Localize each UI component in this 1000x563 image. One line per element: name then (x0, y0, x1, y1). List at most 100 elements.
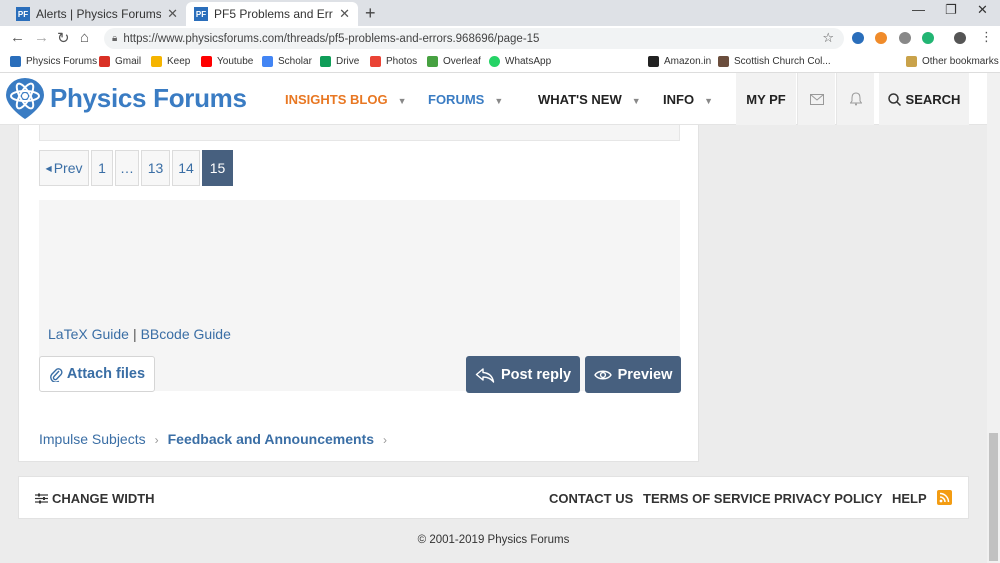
site-logo-text[interactable]: Physics Forums (50, 83, 247, 114)
url-text: https://www.physicsforums.com/threads/pf… (123, 32, 540, 45)
pf-favicon-icon: PF (16, 7, 30, 21)
folder-icon (906, 56, 917, 67)
bookmark-keep[interactable]: Keep (151, 56, 190, 67)
gmail-icon (99, 56, 110, 67)
forward-arrow-icon[interactable]: → (34, 29, 49, 46)
scrollbar-thumb[interactable] (989, 433, 998, 561)
reply-arrow-icon (475, 367, 495, 383)
new-tab-icon[interactable]: + (365, 3, 376, 24)
nav-whats-new[interactable]: WHAT'S NEW ▼ (538, 92, 641, 107)
browser-tab-alerts[interactable]: PF Alerts | Physics Forums | Science ✕ (8, 2, 186, 26)
bookmark-photos[interactable]: Photos (370, 56, 417, 67)
site-header: Physics Forums INSIGHTS BLOG ▼ FORUMS ▼ WH… (0, 73, 1000, 125)
drive-icon (320, 56, 331, 67)
close-icon[interactable]: ✕ (339, 6, 350, 22)
home-icon[interactable]: ⌂ (80, 29, 89, 46)
browser-menu-icon[interactable]: ⋮ (980, 29, 993, 45)
bell-icon (849, 92, 862, 106)
extension-ball-icon[interactable] (875, 32, 887, 44)
breadcrumb-feedback-announcements[interactable]: Feedback and Announcements (168, 431, 374, 447)
guide-separator: | (132, 326, 137, 342)
footer-privacy-link[interactable]: PRIVACY POLICY (774, 491, 883, 506)
browser-toolbar: ← → ↻ ⌂ 🔒︎ https://www.physicsforums.com… (0, 26, 1000, 51)
nav-my-pf[interactable]: MY PF (736, 73, 796, 125)
pagination: ◀ Prev 1 … 13 14 15 (39, 150, 233, 186)
footer-bar: CHANGE WIDTH CONTACT US TERMS OF SERVICE… (18, 476, 969, 519)
window-close-icon[interactable]: ✕ (977, 2, 988, 18)
bookmark-other[interactable]: Other bookmarks (906, 56, 999, 67)
editor-guides: LaTeX Guide | BBcode Guide (48, 326, 231, 342)
profile-avatar-icon[interactable] (954, 32, 966, 44)
inbox-button[interactable] (797, 73, 835, 125)
minimize-icon[interactable]: — (912, 2, 925, 17)
nav-info[interactable]: INFO ▼ (663, 92, 713, 107)
breadcrumb: Impulse Subjects › Feedback and Announceme… (39, 431, 396, 447)
preview-button[interactable]: Preview (585, 356, 681, 393)
chevron-down-icon[interactable]: ▼ (398, 96, 407, 106)
rss-icon[interactable] (937, 490, 952, 505)
extension-grammarly-icon[interactable] (922, 32, 934, 44)
pager-page-13[interactable]: 13 (141, 150, 170, 186)
bookmark-physics-forums[interactable]: Physics Forums (10, 56, 97, 67)
envelope-icon (809, 93, 824, 105)
bookmark-scottish-church[interactable]: Scottish Church Col... (718, 56, 831, 67)
bookmark-scholar[interactable]: Scholar (262, 56, 312, 67)
pager-ellipsis[interactable]: … (115, 150, 139, 186)
close-icon[interactable]: ✕ (167, 6, 178, 22)
bookmarks-bar: Physics Forums Gmail Keep Youtube Schola… (0, 51, 1000, 73)
photos-icon (370, 56, 381, 67)
reload-icon[interactable]: ↻ (57, 29, 70, 47)
bookmark-gmail[interactable]: Gmail (99, 56, 141, 67)
previous-post-bottom (39, 125, 680, 141)
chevron-down-icon[interactable]: ▼ (494, 96, 503, 106)
bookmark-drive[interactable]: Drive (320, 56, 359, 67)
chevron-right-icon: › (154, 433, 159, 447)
address-bar[interactable]: 🔒︎ https://www.physicsforums.com/threads… (104, 28, 844, 49)
nav-forums[interactable]: FORUMS ▼ (428, 92, 503, 107)
search-icon (887, 92, 901, 106)
post-reply-button[interactable]: Post reply (466, 356, 580, 393)
alerts-button[interactable] (836, 73, 874, 125)
bookmark-overleaf[interactable]: Overleaf (427, 56, 481, 67)
sliders-icon (35, 493, 48, 504)
change-width-button[interactable]: CHANGE WIDTH (35, 491, 155, 506)
footer-help-link[interactable]: HELP (892, 491, 927, 506)
keep-icon (151, 56, 162, 67)
pager-page-14[interactable]: 14 (172, 150, 200, 186)
bookmark-youtube[interactable]: Youtube (201, 56, 253, 67)
browser-tab-pf5-problems[interactable]: PF PF5 Problems and Errors | Page 1 ✕ (186, 2, 358, 26)
attach-files-button[interactable]: Attach files (39, 356, 155, 392)
latex-guide-link[interactable]: LaTeX Guide (48, 326, 129, 342)
nav-insights-blog[interactable]: INSIGHTS BLOG ▼ (285, 92, 406, 107)
maximize-icon[interactable]: ❐ (945, 2, 957, 18)
bookmark-star-icon[interactable]: ☆ (822, 30, 834, 46)
atom-logo-icon[interactable] (4, 77, 46, 121)
chevron-right-icon: › (383, 433, 388, 447)
pf-favicon-icon: PF (194, 7, 208, 21)
eye-icon (593, 370, 612, 379)
thread-main-card: ◀ Prev 1 … 13 14 15 LaTeX Guide | BBcode Gu… (18, 125, 699, 462)
bbcode-guide-link[interactable]: BBcode Guide (141, 326, 231, 342)
overleaf-icon (427, 56, 438, 67)
college-crest-icon (718, 56, 729, 67)
chevron-down-icon[interactable]: ▼ (632, 96, 641, 106)
copyright: © 2001-2019 Physics Forums (417, 534, 570, 546)
breadcrumb-impulse-subjects[interactable]: Impulse Subjects (39, 431, 146, 447)
bookmark-amazon[interactable]: Amazon.in (648, 56, 711, 67)
extension-shield-gray-icon[interactable] (899, 32, 911, 44)
footer-terms-link[interactable]: TERMS OF SERVICE (643, 491, 771, 506)
pager-page-15-current[interactable]: 15 (202, 150, 233, 186)
tab-title: PF5 Problems and Errors | Page 1 (214, 7, 333, 21)
caret-left-icon: ◀ (45, 163, 52, 173)
pager-prev-button[interactable]: ◀ Prev (39, 150, 89, 186)
back-arrow-icon[interactable]: ← (10, 29, 25, 46)
rss-glyph (939, 492, 950, 503)
bookmark-whatsapp[interactable]: WhatsApp (489, 56, 551, 67)
pager-page-1[interactable]: 1 (91, 150, 113, 186)
search-button[interactable]: SEARCH (879, 73, 969, 125)
chevron-down-icon[interactable]: ▼ (704, 96, 713, 106)
youtube-icon (201, 56, 212, 67)
extension-shield-icon[interactable] (852, 32, 864, 44)
browser-tab-strip: PF Alerts | Physics Forums | Science ✕ P… (0, 0, 1000, 26)
footer-contact-link[interactable]: CONTACT US (549, 491, 633, 506)
